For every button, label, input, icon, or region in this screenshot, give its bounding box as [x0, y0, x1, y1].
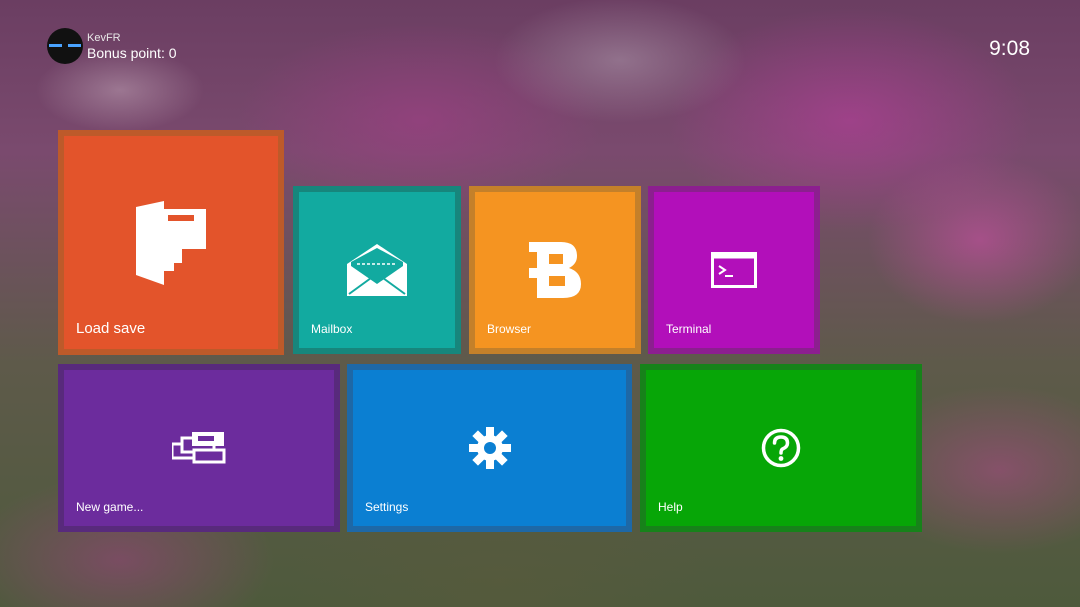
- terminal-icon: [711, 252, 757, 288]
- bonus-points: Bonus point: 0: [87, 44, 177, 61]
- envelope-icon: [347, 244, 407, 296]
- tile-new-game[interactable]: New game...: [58, 364, 340, 532]
- user-profile[interactable]: KevFR Bonus point: 0: [47, 28, 177, 64]
- username: KevFR: [87, 31, 121, 44]
- tile-browser[interactable]: Browser: [469, 186, 641, 354]
- folder-doc-icon: [136, 200, 206, 285]
- tile-settings[interactable]: Settings: [347, 364, 632, 532]
- tile-label: New game...: [76, 500, 144, 514]
- tile-label: Settings: [365, 500, 409, 514]
- tile-label: Browser: [487, 322, 532, 336]
- tile-mailbox[interactable]: Mailbox: [293, 186, 461, 354]
- tile-help[interactable]: Help: [640, 364, 922, 532]
- windows-stack-icon: [172, 432, 226, 464]
- user-info: KevFR Bonus point: 0: [87, 31, 177, 61]
- tile-terminal[interactable]: Terminal: [648, 186, 820, 354]
- tile-load-save[interactable]: Load save: [58, 130, 284, 355]
- tile-label: Mailbox: [311, 322, 353, 336]
- clock: 9:08: [989, 37, 1030, 60]
- avatar[interactable]: [47, 28, 83, 64]
- tile-label: Help: [658, 500, 683, 514]
- tile-label: Load save: [76, 320, 146, 337]
- browser-b-icon: [529, 242, 581, 298]
- help-icon: [761, 428, 801, 468]
- tile-label: Terminal: [666, 322, 712, 336]
- gear-icon: [468, 427, 511, 469]
